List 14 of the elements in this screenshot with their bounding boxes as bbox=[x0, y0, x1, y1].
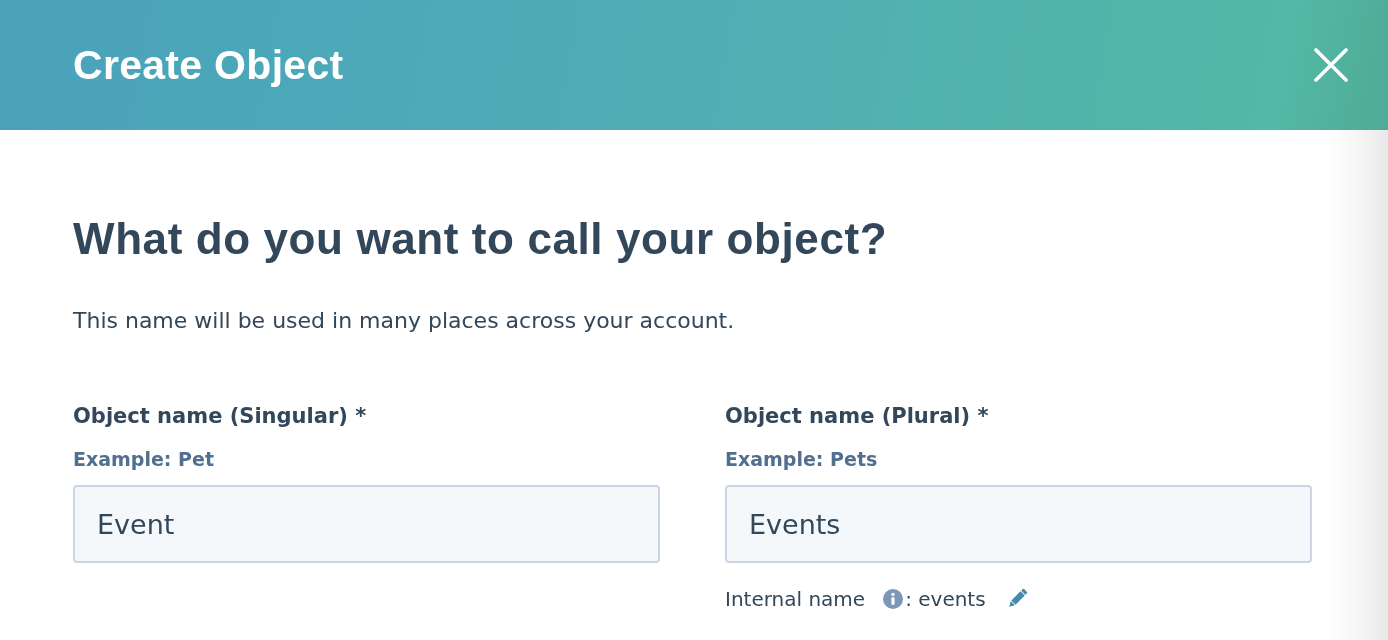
section-heading: What do you want to call your object? bbox=[73, 214, 889, 264]
input-field[interactable]: Event bbox=[73, 485, 660, 563]
field-label: Object name (Plural) * bbox=[725, 403, 989, 430]
field-label: Object name (Singular) * bbox=[73, 403, 367, 430]
close-icon bbox=[1314, 48, 1348, 82]
info-icon[interactable] bbox=[883, 589, 904, 609]
close-button[interactable] bbox=[1314, 48, 1348, 82]
field-example: Example: Pet bbox=[73, 447, 214, 472]
internal-name-label: Internal name bbox=[725, 586, 866, 613]
field-example: Example: Pets bbox=[725, 447, 878, 472]
dialog-title: Create Object bbox=[73, 41, 344, 89]
input-field[interactable]: Events bbox=[725, 485, 1312, 563]
internal-name-value: : events bbox=[905, 586, 986, 613]
section-description: This name will be used in many places across your account. bbox=[73, 307, 736, 335]
